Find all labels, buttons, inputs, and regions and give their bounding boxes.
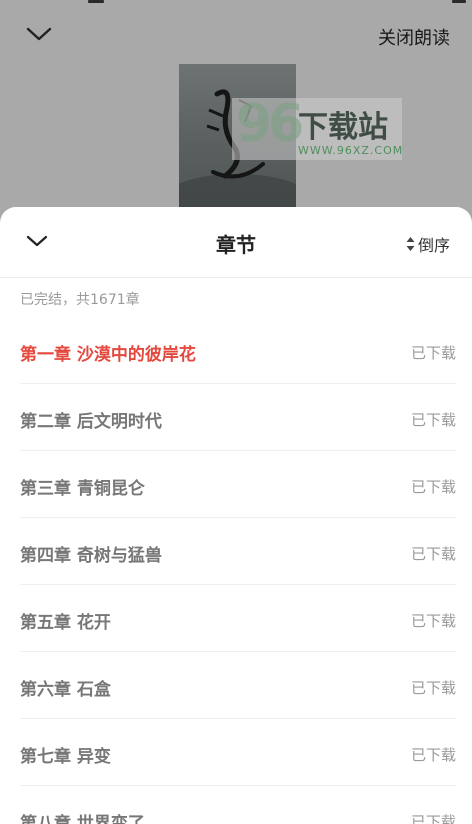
chapter-name: 第二章 后文明时代 bbox=[20, 412, 162, 432]
status-bar-indicator bbox=[88, 0, 104, 3]
chapter-item[interactable]: 第七章 异变 已下载 bbox=[20, 719, 456, 786]
chapter-name: 第五章 花开 bbox=[20, 613, 111, 633]
download-status: 已下载 bbox=[410, 813, 456, 824]
chapter-name: 第三章 青铜昆仑 bbox=[20, 479, 145, 499]
sort-icon bbox=[406, 236, 415, 252]
sort-label: 倒序 bbox=[417, 236, 450, 255]
watermark-logo: 96 下载站 WWW.96XZ.COM bbox=[232, 94, 404, 160]
chapter-name: 第六章 石盒 bbox=[20, 680, 111, 700]
sheet-header: 章节 倒序 bbox=[0, 207, 472, 278]
chapter-item[interactable]: 第一章 沙漠中的彼岸花 已下载 bbox=[20, 317, 456, 384]
download-status: 已下载 bbox=[410, 679, 456, 697]
download-status: 已下载 bbox=[410, 612, 456, 630]
chapter-item[interactable]: 第八章 世界变了 已下载 bbox=[20, 786, 456, 824]
sheet-title: 章节 bbox=[216, 233, 256, 257]
chapter-item[interactable]: 第六章 石盒 已下载 bbox=[20, 652, 456, 719]
download-status: 已下载 bbox=[410, 478, 456, 496]
status-bar bbox=[0, 0, 472, 6]
chapter-name: 第一章 沙漠中的彼岸花 bbox=[20, 345, 196, 365]
chapter-name: 第四章 奇树与猛兽 bbox=[20, 546, 162, 566]
watermark-title: 下载站 bbox=[298, 110, 388, 145]
watermark-number: 96 bbox=[236, 94, 304, 154]
watermark-url: WWW.96XZ.COM bbox=[298, 144, 404, 157]
sort-order-button[interactable]: 倒序 bbox=[406, 232, 450, 256]
chapter-item[interactable]: 第三章 青铜昆仑 已下载 bbox=[20, 451, 456, 518]
chapter-item[interactable]: 第五章 花开 已下载 bbox=[20, 585, 456, 652]
chapter-name: 第七章 异变 bbox=[20, 747, 111, 767]
download-status: 已下载 bbox=[410, 746, 456, 764]
download-status: 已下载 bbox=[410, 344, 456, 362]
chapter-summary: 已完结，共1671章 bbox=[20, 292, 140, 308]
chapter-item[interactable]: 第二章 后文明时代 已下载 bbox=[20, 384, 456, 451]
download-status: 已下载 bbox=[410, 411, 456, 429]
chapter-item[interactable]: 第四章 奇树与猛兽 已下载 bbox=[20, 518, 456, 585]
close-reading-button[interactable]: 关闭朗读 bbox=[378, 24, 450, 50]
status-bar-indicator bbox=[452, 0, 466, 3]
download-status: 已下载 bbox=[410, 545, 456, 563]
chapter-list: 第一章 沙漠中的彼岸花 已下载 第二章 后文明时代 已下载 第三章 青铜昆仑 已… bbox=[20, 317, 456, 824]
chevron-down-icon[interactable] bbox=[24, 22, 54, 46]
chapter-name: 第八章 世界变了 bbox=[20, 814, 145, 824]
chapter-sheet: 章节 倒序 已完结，共1671章 第一章 沙漠中的彼岸花 已下载 第二章 后文明… bbox=[0, 207, 472, 824]
